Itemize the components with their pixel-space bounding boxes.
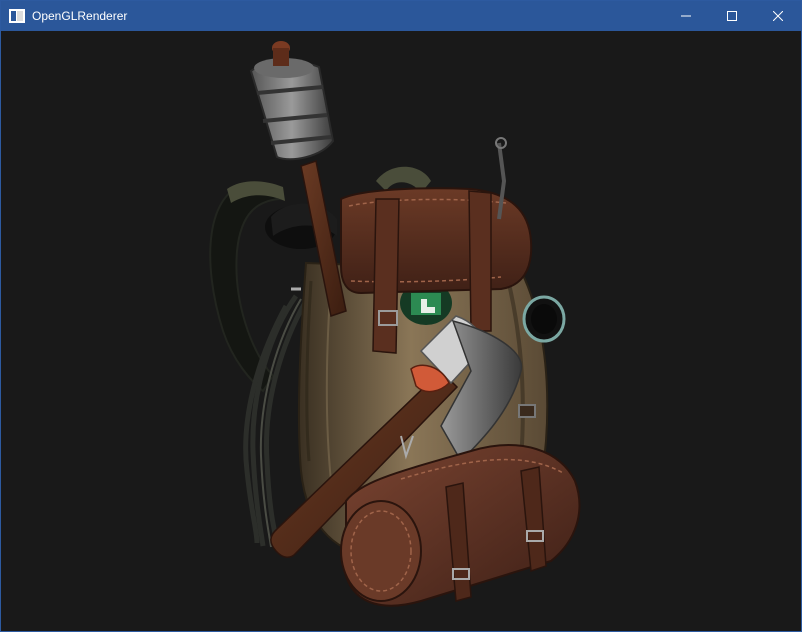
maximize-icon [727, 11, 737, 21]
title-bar[interactable]: OpenGLRenderer [1, 1, 801, 31]
minimize-icon [681, 15, 691, 17]
close-icon [773, 11, 783, 21]
app-window: OpenGLRenderer [0, 0, 802, 632]
maximize-button[interactable] [709, 1, 755, 31]
minimize-button[interactable] [663, 1, 709, 31]
app-icon [9, 8, 25, 24]
window-title: OpenGLRenderer [32, 9, 128, 23]
close-button[interactable] [755, 1, 801, 31]
backpack-3d-model [209, 41, 581, 607]
render-viewport[interactable] [1, 31, 801, 631]
window-controls [663, 1, 801, 31]
